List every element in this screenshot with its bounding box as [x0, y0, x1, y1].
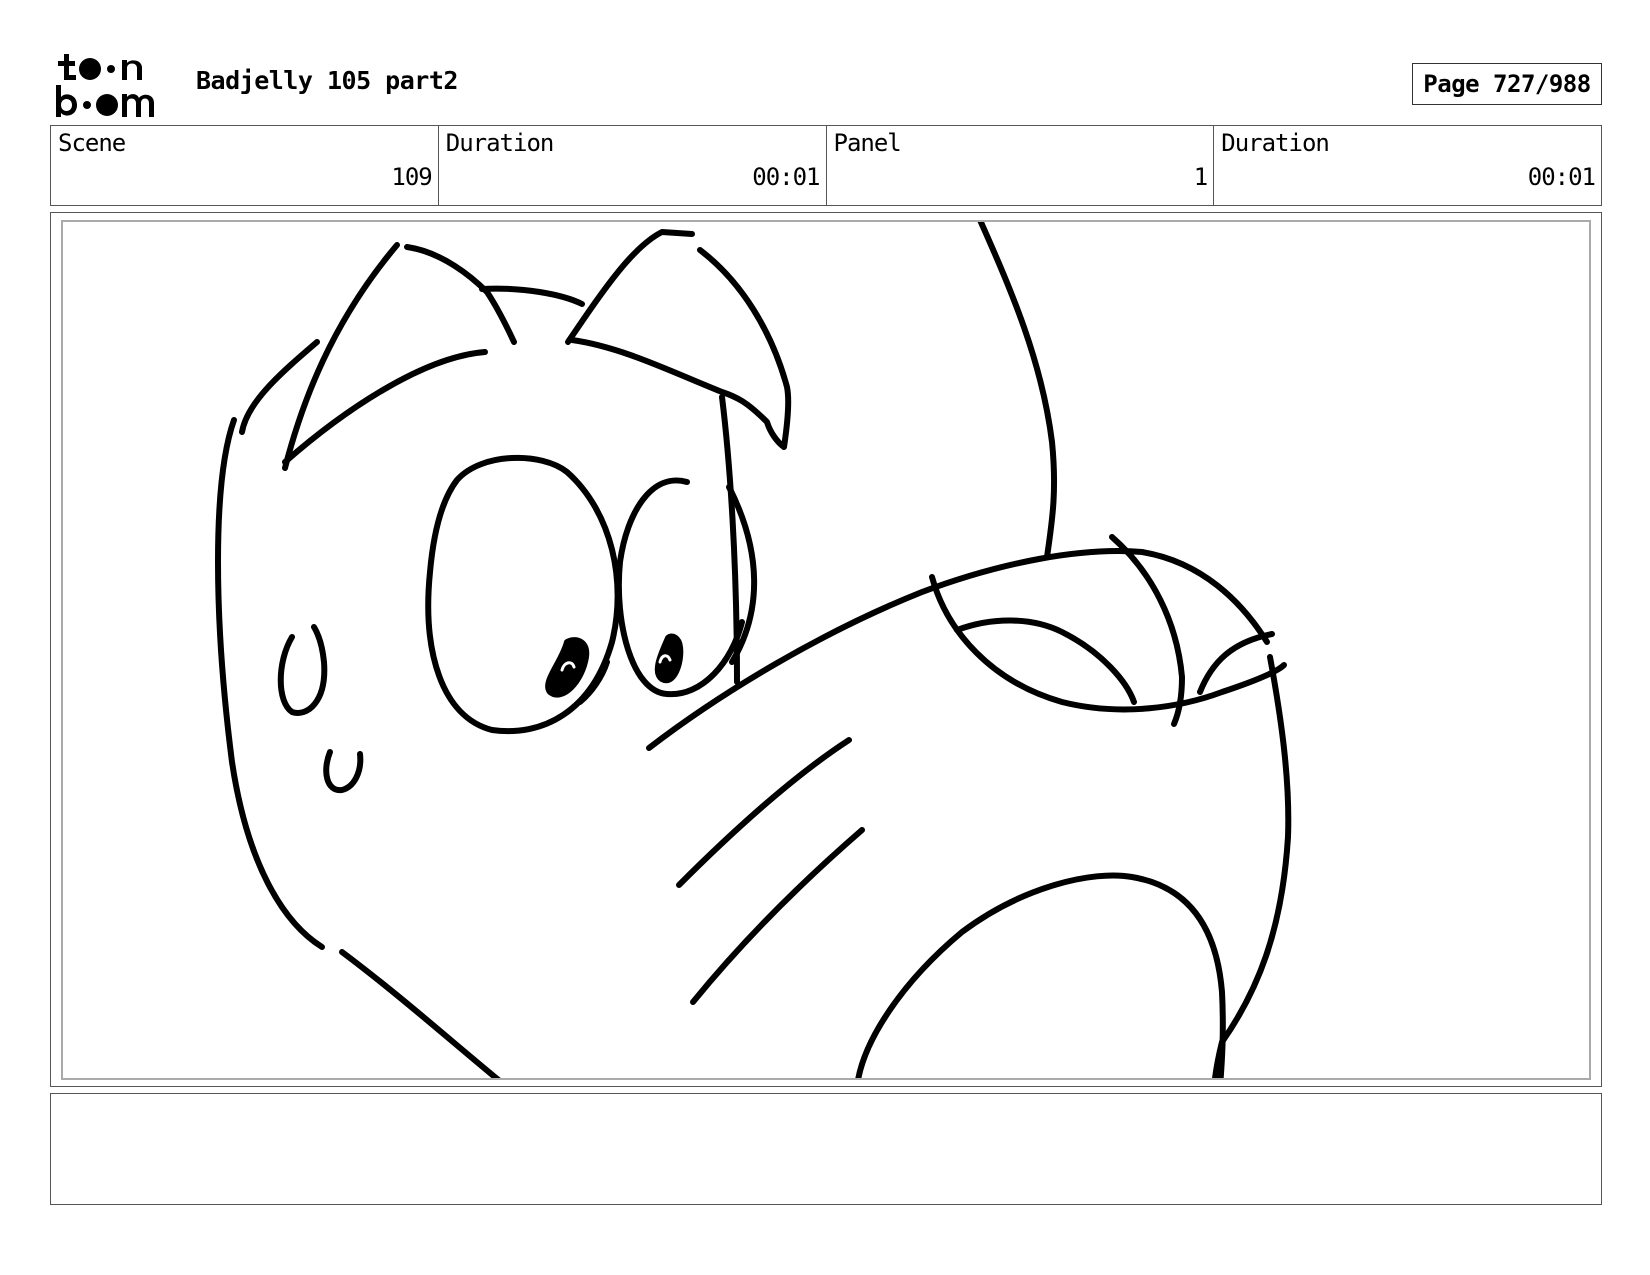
cheek-mark-2	[323, 749, 364, 794]
nostril	[1197, 631, 1275, 695]
panel-label: Panel	[833, 129, 902, 157]
scene-duration-cell: Duration 00:01	[439, 126, 827, 205]
left-pupil	[545, 637, 590, 698]
panel-cell: Panel 1	[827, 126, 1215, 205]
left-ear	[282, 242, 517, 471]
head-top	[479, 285, 585, 307]
scene-duration-value: 00:01	[752, 163, 820, 191]
panel-value: 1	[1193, 163, 1208, 191]
finger-line	[1109, 534, 1185, 727]
panel-duration-cell: Duration 00:01	[1214, 126, 1601, 205]
arm-line	[977, 222, 1058, 560]
page-label: Page 727/988	[1423, 70, 1591, 98]
storyboard-sketch	[215, 222, 1292, 1078]
info-row: Scene 109 Duration 00:01 Panel 1 Duratio…	[50, 125, 1602, 206]
toon-boom-logo: toon	[56, 54, 154, 117]
project-title: Badjelly 105 part2	[196, 66, 458, 95]
motion-line-2	[690, 827, 865, 1005]
panel-duration-label: Duration	[1221, 129, 1330, 157]
panel-drawing-area	[61, 220, 1591, 1080]
scene-duration-label: Duration	[445, 129, 555, 157]
page-indicator: Page 727/988	[1412, 63, 1602, 105]
scene-label: Scene	[58, 129, 126, 157]
right-ear	[565, 229, 792, 450]
notes-box	[50, 1093, 1602, 1205]
cheek-mark-1	[277, 624, 328, 716]
panel-duration-value: 00:01	[1527, 163, 1596, 191]
scene-cell: Scene 109	[51, 126, 439, 205]
scene-value: 109	[391, 163, 432, 191]
lower-arm	[855, 872, 1226, 1078]
